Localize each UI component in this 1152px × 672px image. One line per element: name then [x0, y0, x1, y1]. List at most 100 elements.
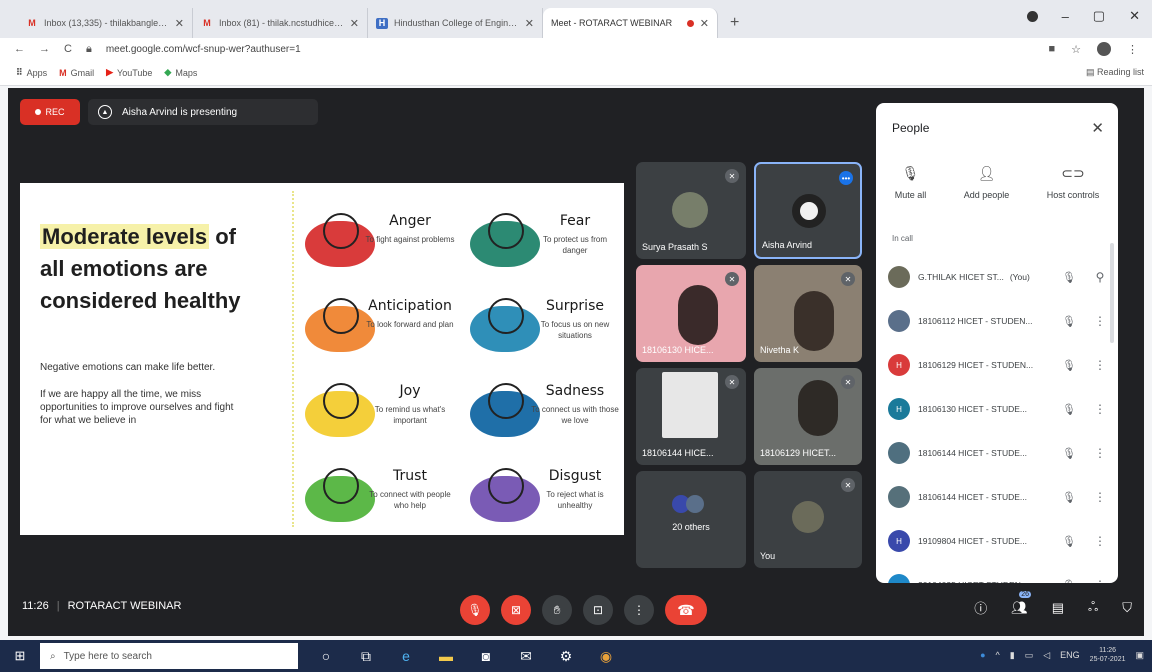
task-view-icon[interactable]: ⧉	[356, 648, 376, 665]
clock[interactable]: 11:26 25-07-2021	[1090, 646, 1126, 664]
more-vert-icon[interactable]: ⋮	[1090, 314, 1110, 328]
document-icon: H	[376, 17, 388, 29]
avatar[interactable]	[1097, 42, 1111, 56]
host-controls-button[interactable]: ⊂⊃ Host controls	[1047, 165, 1100, 200]
raise-hand-button[interactable]: ✋︎	[542, 595, 572, 625]
mic-off-icon[interactable]: 🎙︎	[1056, 271, 1082, 284]
participant-row[interactable]: 18106144 HICET - STUDE... 🎙︎ ⋮	[888, 475, 1118, 519]
bookmark-gmail[interactable]: M Gmail	[59, 68, 94, 78]
scrollbar[interactable]	[1110, 243, 1114, 343]
leave-call-button[interactable]: ☎︎	[665, 595, 707, 625]
participant-tile[interactable]: ✕ 18106130 HICE...	[636, 265, 746, 362]
participant-tile-active[interactable]: ••• Aisha Arvind	[754, 162, 862, 259]
participant-count-badge: 26	[1019, 590, 1032, 598]
mic-off-icon[interactable]: 🎙︎	[1056, 491, 1082, 504]
mic-off-icon[interactable]: 🎙︎	[1056, 403, 1082, 416]
forward-icon[interactable]: →	[39, 43, 50, 55]
browser-tab-1[interactable]: M Inbox (13,335) - thilakbangle@gm ✕	[18, 8, 193, 38]
mic-off-icon: 🎙︎	[467, 603, 483, 617]
bookmark-maps[interactable]: ◆ Maps	[164, 67, 197, 78]
add-people-button[interactable]: 👤︎ Add people	[964, 165, 1010, 200]
emotion-sadness: Sadness To connect us with those we love	[470, 383, 620, 453]
star-icon[interactable]: ☆	[1071, 43, 1081, 56]
reload-icon[interactable]: C	[64, 43, 72, 55]
app-tray-icon[interactable]: ●	[980, 650, 985, 660]
present-button[interactable]: ⊡	[583, 595, 613, 625]
edge-icon[interactable]: e	[396, 648, 416, 665]
participant-tile[interactable]: ✕ 18106129 HICET...	[754, 368, 862, 465]
more-vert-icon[interactable]: ⋮	[1090, 446, 1110, 460]
volume-icon[interactable]: ◁	[1043, 650, 1050, 661]
mic-off-icon[interactable]: 🎙︎	[1056, 315, 1082, 328]
pin-icon[interactable]: ⚲	[1090, 270, 1110, 284]
avatar	[888, 310, 910, 332]
network-icon[interactable]: ▮	[1010, 650, 1015, 661]
participant-row[interactable]: H 18106129 HICET - STUDEN... 🎙︎ ⋮	[888, 343, 1118, 387]
close-window-icon[interactable]: ✕	[1129, 8, 1140, 24]
more-options-button[interactable]: ⋮	[624, 595, 654, 625]
slide-paragraph: If we are happy all the time, we miss op…	[40, 389, 234, 426]
self-tile[interactable]: ✕ You	[754, 471, 862, 568]
emotion-name: Surprise	[546, 298, 604, 314]
more-vert-icon[interactable]: ⋮	[1090, 490, 1110, 504]
maximize-icon[interactable]: ▢	[1093, 8, 1105, 24]
browser-tab-2[interactable]: M Inbox (81) - thilak.ncstudhicet.ac ✕	[193, 8, 368, 38]
activities-icon[interactable]: ஃ	[1088, 599, 1098, 616]
mic-off-icon[interactable]: 🎙︎	[1056, 579, 1082, 584]
browser-tab-3[interactable]: H Hindusthan College of Engineeri ✕	[368, 8, 543, 38]
url-input[interactable]: meet.google.com/wcf-snup-wer?authuser=1	[106, 44, 301, 55]
chevron-up-icon[interactable]: ^	[996, 650, 1000, 660]
close-tab-icon[interactable]: ✕	[700, 17, 709, 30]
close-tab-icon[interactable]: ✕	[525, 17, 534, 30]
mic-off-icon[interactable]: 🎙︎	[1056, 447, 1082, 460]
mail-icon[interactable]: ✉	[516, 648, 536, 665]
more-vert-icon[interactable]: ⋮	[1090, 534, 1110, 548]
participant-row[interactable]: H 19109804 HICET - STUDE... 🎙︎ ⋮	[888, 519, 1118, 563]
battery-icon[interactable]: ▭	[1025, 650, 1034, 661]
more-vert-icon[interactable]: ⋮	[1090, 358, 1110, 372]
browser-tab-meet[interactable]: ▶ Meet - ROTARACT WEBINAR ✕	[8, 8, 718, 99]
minimize-icon[interactable]: –	[1062, 9, 1069, 24]
camera-icon[interactable]: ■	[1048, 43, 1055, 55]
file-explorer-icon[interactable]: ▬	[436, 648, 456, 665]
cortana-icon[interactable]: ○	[316, 648, 336, 665]
participant-row[interactable]: H 18106130 HICET - STUDE... 🎙︎ ⋮	[888, 387, 1118, 431]
participant-tile[interactable]: ✕ Surya Prasath S	[636, 162, 746, 259]
others-tile[interactable]: 20 others	[636, 471, 746, 568]
participant-row[interactable]: G.THILAK HICET ST... (You) 🎙︎ ⚲	[888, 255, 1118, 299]
notifications-icon[interactable]: ▣	[1135, 650, 1144, 661]
more-vert-icon[interactable]: ⋮	[1090, 402, 1110, 416]
language-indicator[interactable]: ENG	[1060, 650, 1080, 660]
mute-all-button[interactable]: 🎙︎ Mute all	[895, 165, 927, 200]
info-icon[interactable]: ⓘ	[974, 598, 987, 617]
close-tab-icon[interactable]: ✕	[175, 17, 184, 30]
back-icon[interactable]: ←	[14, 43, 25, 55]
chrome-icon[interactable]: ◉	[596, 648, 616, 665]
store-icon[interactable]: ◙	[476, 648, 496, 665]
camera-toggle-button[interactable]: ⊠	[501, 595, 531, 625]
participant-row[interactable]: 18106144 HICET - STUDE... 🎙︎ ⋮	[888, 431, 1118, 475]
settings-icon[interactable]: ⚙	[556, 648, 576, 665]
tab-title: Meet - ROTARACT WEBINAR	[551, 18, 673, 28]
reading-list-button[interactable]: ▤ Reading list	[1086, 67, 1144, 78]
close-tab-icon[interactable]: ✕	[350, 17, 359, 30]
shield-icon[interactable]: ⛉	[1122, 600, 1132, 616]
participant-tile[interactable]: ✕ 18106144 HICE...	[636, 368, 746, 465]
close-icon[interactable]: ✕	[1091, 119, 1104, 137]
mic-off-icon[interactable]: 🎙︎	[1056, 535, 1082, 548]
taskbar-search-box[interactable]: ⌕ Type here to search	[40, 643, 298, 669]
profile-icon[interactable]	[1026, 10, 1038, 22]
participant-row[interactable]: 18106112 HICET - STUDEN... 🎙︎ ⋮	[888, 299, 1118, 343]
people-button[interactable]: 👥︎ 26	[1011, 590, 1032, 616]
mic-toggle-button[interactable]: 🎙︎	[460, 595, 490, 625]
participant-tile[interactable]: ✕ Nivetha K	[754, 265, 862, 362]
bookmark-apps[interactable]: ⠿ Apps	[16, 67, 47, 78]
bookmark-youtube[interactable]: ▶ YouTube	[106, 67, 152, 78]
chat-icon[interactable]: ▤	[1052, 600, 1064, 616]
menu-dots-icon[interactable]: ⋮	[1127, 43, 1138, 56]
windows-start-icon[interactable]: ⊞	[0, 648, 40, 664]
more-vert-icon[interactable]: ⋮	[1090, 578, 1110, 583]
new-tab-button[interactable]: +	[730, 8, 739, 38]
participant-row[interactable]: 20104025 HICET STUDEN... 🎙︎ ⋮	[888, 563, 1118, 583]
mic-off-icon[interactable]: 🎙︎	[1056, 359, 1082, 372]
